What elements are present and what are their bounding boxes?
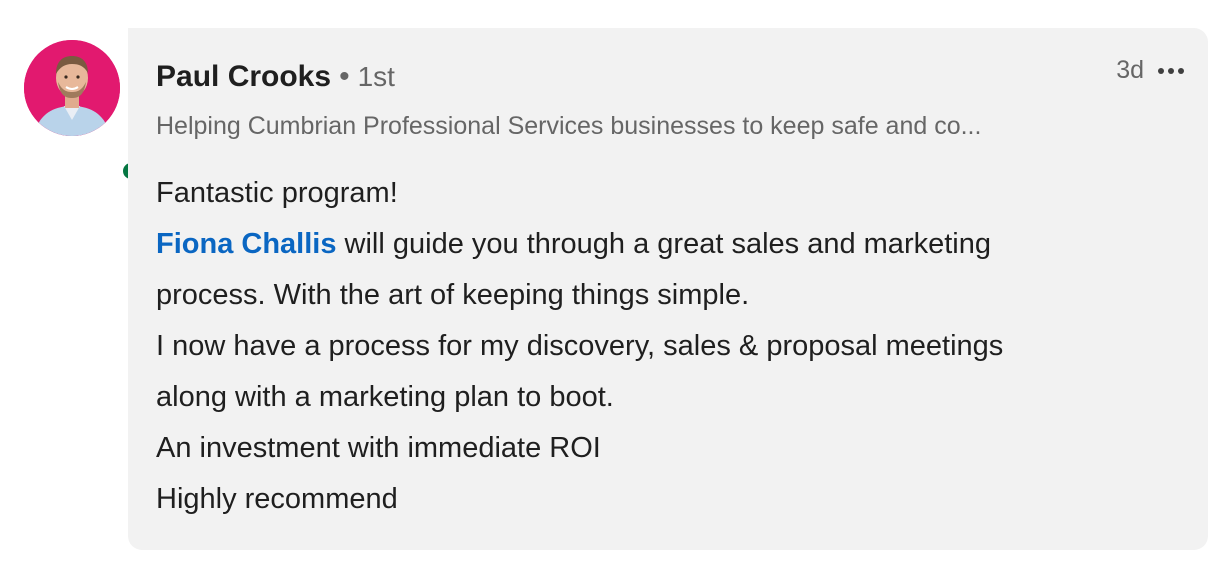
author-name[interactable]: Paul Crooks [156, 60, 331, 93]
avatar[interactable] [24, 40, 120, 136]
comment-line: along with a marketing plan to boot. [156, 381, 614, 413]
ellipsis-icon [1158, 67, 1164, 74]
comment-line-text: will guide you through a great sales and… [336, 228, 991, 260]
comment-meta: 3d [1116, 56, 1184, 85]
comment-line: I now have a process for my discovery, s… [156, 330, 1004, 362]
author-headline[interactable]: Helping Cumbrian Professional Services b… [156, 112, 981, 141]
timestamp: 3d [1116, 56, 1144, 84]
comment-body: Fantastic program! Fiona Challis will gu… [156, 168, 1003, 525]
avatar-container[interactable] [24, 40, 142, 182]
more-options-button[interactable] [1158, 64, 1184, 78]
profile-photo-icon [24, 40, 120, 136]
comment: Paul Crooks • 1st Helping Cumbrian Profess… [0, 0, 1218, 563]
comment-line: An investment with immediate ROI [156, 432, 601, 464]
comment-line: process. With the art of keeping things … [156, 279, 750, 311]
author-row: Paul Crooks • 1st [156, 60, 395, 94]
mention-link[interactable]: Fiona Challis [156, 228, 336, 260]
comment-line: Fantastic program! [156, 177, 398, 209]
connection-degree: 1st [357, 61, 395, 92]
separator-dot: • [339, 60, 350, 93]
comment-line: Highly recommend [156, 483, 398, 515]
comment-line: Fiona Challis will guide you through a g… [156, 219, 1003, 270]
ellipsis-icon-dot [1178, 67, 1184, 74]
ellipsis-icon-dot [1168, 67, 1174, 74]
comment-bubble: Paul Crooks • 1st Helping Cumbrian Profess… [128, 28, 1208, 550]
